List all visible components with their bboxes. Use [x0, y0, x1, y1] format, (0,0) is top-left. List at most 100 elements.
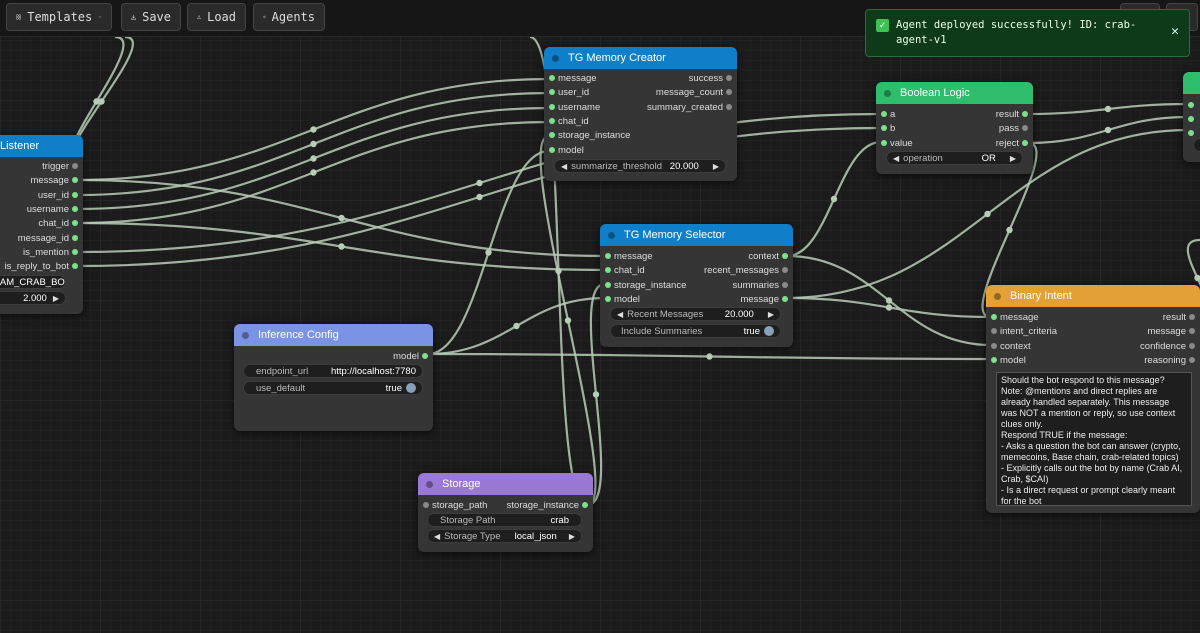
node-collapse-dot[interactable] — [426, 480, 433, 488]
input-slot-dot[interactable] — [605, 295, 611, 302]
wire-midpoint-dot[interactable] — [1104, 126, 1112, 134]
output-slot-dot[interactable] — [1022, 125, 1028, 132]
input-slot-dot[interactable] — [549, 75, 555, 81]
wire-midpoint-dot[interactable] — [310, 169, 317, 176]
node-header[interactable]: Listener — [0, 135, 83, 157]
input-slot-dot[interactable] — [991, 328, 997, 335]
input-slot-dot[interactable] — [881, 111, 887, 117]
input-slot-dot[interactable] — [549, 132, 555, 139]
node-collapse-dot[interactable] — [884, 89, 891, 97]
input-slot-dot[interactable] — [549, 117, 555, 124]
node-collapse-dot[interactable] — [608, 231, 615, 239]
partial-widget[interactable] — [1193, 138, 1200, 152]
node-tg-memory-selector[interactable]: TG Memory Selector message chat_id storage… — [600, 224, 793, 347]
use-default-toggle[interactable]: use_default true — [243, 381, 423, 395]
node-header[interactable]: Storage — [418, 473, 593, 495]
output-slot-dot[interactable] — [1189, 328, 1195, 335]
output-slot-dot[interactable] — [782, 281, 788, 288]
output-slot-dot[interactable] — [582, 502, 588, 508]
wire-midpoint-dot[interactable] — [338, 214, 345, 222]
input-slot-dot[interactable] — [991, 314, 997, 320]
output-slot-dot[interactable] — [1189, 314, 1195, 320]
wire-midpoint-dot[interactable] — [564, 317, 572, 324]
load-button[interactable]: Load — [187, 3, 246, 31]
output-slot-dot[interactable] — [72, 191, 78, 198]
wire-midpoint-dot[interactable] — [338, 243, 345, 250]
input-slot-dot[interactable] — [1188, 116, 1194, 122]
node-storage[interactable]: Storage storage_path storage_instance Sto… — [418, 473, 593, 552]
wire-midpoint-dot[interactable] — [310, 155, 317, 162]
wire-midpoint-dot[interactable] — [1194, 274, 1200, 282]
wire-midpoint-dot[interactable] — [476, 179, 483, 187]
input-slot-dot[interactable] — [423, 502, 429, 508]
wire-midpoint-dot[interactable] — [1006, 226, 1013, 234]
node-listener[interactable]: Listener trigger message user_id username ch… — [0, 135, 83, 314]
listener-number-widget[interactable]: l 2.000 ▶ — [0, 291, 66, 305]
wire-midpoint-dot[interactable] — [706, 353, 713, 360]
wire-midpoint-dot[interactable] — [830, 195, 838, 203]
output-slot-dot[interactable] — [782, 267, 788, 274]
output-slot-dot[interactable] — [1189, 356, 1195, 363]
wire-midpoint-dot[interactable] — [1104, 105, 1112, 113]
output-slot-dot[interactable] — [72, 248, 78, 255]
wire-midpoint-dot[interactable] — [485, 249, 492, 256]
output-slot-dot[interactable] — [72, 234, 78, 241]
wire-midpoint-dot[interactable] — [310, 140, 317, 148]
node-header[interactable]: TG Memory Creator — [544, 47, 737, 69]
intent-criteria-textarea[interactable]: Should the bot respond to this message? … — [996, 372, 1192, 506]
output-slot-dot[interactable] — [1022, 111, 1028, 117]
output-slot-dot[interactable] — [72, 205, 78, 212]
node-header[interactable] — [1183, 72, 1200, 94]
input-slot-dot[interactable] — [605, 253, 611, 259]
operation-widget[interactable]: ◀ operation OR ▶ — [886, 151, 1023, 165]
input-slot-dot[interactable] — [1188, 130, 1194, 136]
input-slot-dot[interactable] — [991, 342, 997, 349]
wire-midpoint-dot[interactable] — [513, 322, 520, 330]
listener-text-widget[interactable]: RAM_CRAB_BO — [0, 275, 66, 289]
node-header[interactable]: Inference Config — [234, 324, 433, 346]
input-slot-dot[interactable] — [549, 146, 555, 153]
node-collapse-dot[interactable] — [242, 331, 249, 339]
node-header[interactable]: Binary Intent — [986, 285, 1200, 307]
include-summaries-toggle[interactable]: Include Summaries true — [610, 324, 781, 338]
output-slot-dot[interactable] — [72, 177, 78, 184]
output-slot-dot[interactable] — [72, 220, 78, 227]
wire-midpoint-dot[interactable] — [592, 391, 600, 398]
output-slot-dot[interactable] — [1022, 139, 1028, 146]
storage-type-widget[interactable]: ◀ Storage Type local_json ▶ — [427, 529, 582, 543]
input-slot-dot[interactable] — [1188, 102, 1194, 108]
node-header[interactable]: TG Memory Selector — [600, 224, 793, 246]
input-slot-dot[interactable] — [605, 267, 611, 274]
node-header[interactable]: Boolean Logic — [876, 82, 1033, 104]
node-inference-config[interactable]: Inference Config model endpoint_url http… — [234, 324, 433, 431]
output-slot-dot[interactable] — [726, 75, 732, 81]
templates-dropdown[interactable]: Templates — [6, 3, 112, 31]
wire-midpoint-dot[interactable] — [310, 126, 317, 133]
node-collapse-dot[interactable] — [994, 292, 1001, 300]
output-slot-dot[interactable] — [422, 353, 428, 359]
storage-path-widget[interactable]: Storage Path crab — [427, 513, 582, 527]
output-slot-dot[interactable] — [726, 103, 732, 110]
summarize-threshold-widget[interactable]: ◀ summarize_threshold 20.000 ▶ — [554, 159, 726, 173]
agents-button[interactable]: Agents — [253, 3, 325, 31]
wire-midpoint-dot[interactable] — [984, 210, 991, 218]
node-collapse-dot[interactable] — [552, 54, 559, 62]
input-slot-dot[interactable] — [549, 89, 555, 96]
wire-midpoint-dot[interactable] — [885, 297, 893, 304]
input-slot-dot[interactable] — [991, 356, 997, 363]
wire-midpoint-dot[interactable] — [98, 98, 105, 105]
output-slot-dot[interactable] — [782, 253, 788, 259]
save-button[interactable]: Save — [121, 3, 181, 31]
wire-midpoint-dot[interactable] — [885, 304, 893, 311]
wire-midpoint-dot[interactable] — [555, 267, 562, 275]
endpoint-url-widget[interactable]: endpoint_url http://localhost:7780 — [243, 364, 423, 378]
output-slot-dot[interactable] — [72, 263, 78, 270]
input-slot-dot[interactable] — [549, 103, 555, 110]
node-offscreen-right[interactable] — [1183, 72, 1200, 162]
wire-midpoint-dot[interactable] — [476, 193, 483, 201]
input-slot-dot[interactable] — [881, 125, 887, 132]
node-binary-intent[interactable]: Binary Intent message intent_criteria cont… — [986, 285, 1200, 513]
input-slot-dot[interactable] — [881, 139, 887, 146]
input-slot-dot[interactable] — [605, 281, 611, 288]
output-slot-dot[interactable] — [1189, 342, 1195, 349]
